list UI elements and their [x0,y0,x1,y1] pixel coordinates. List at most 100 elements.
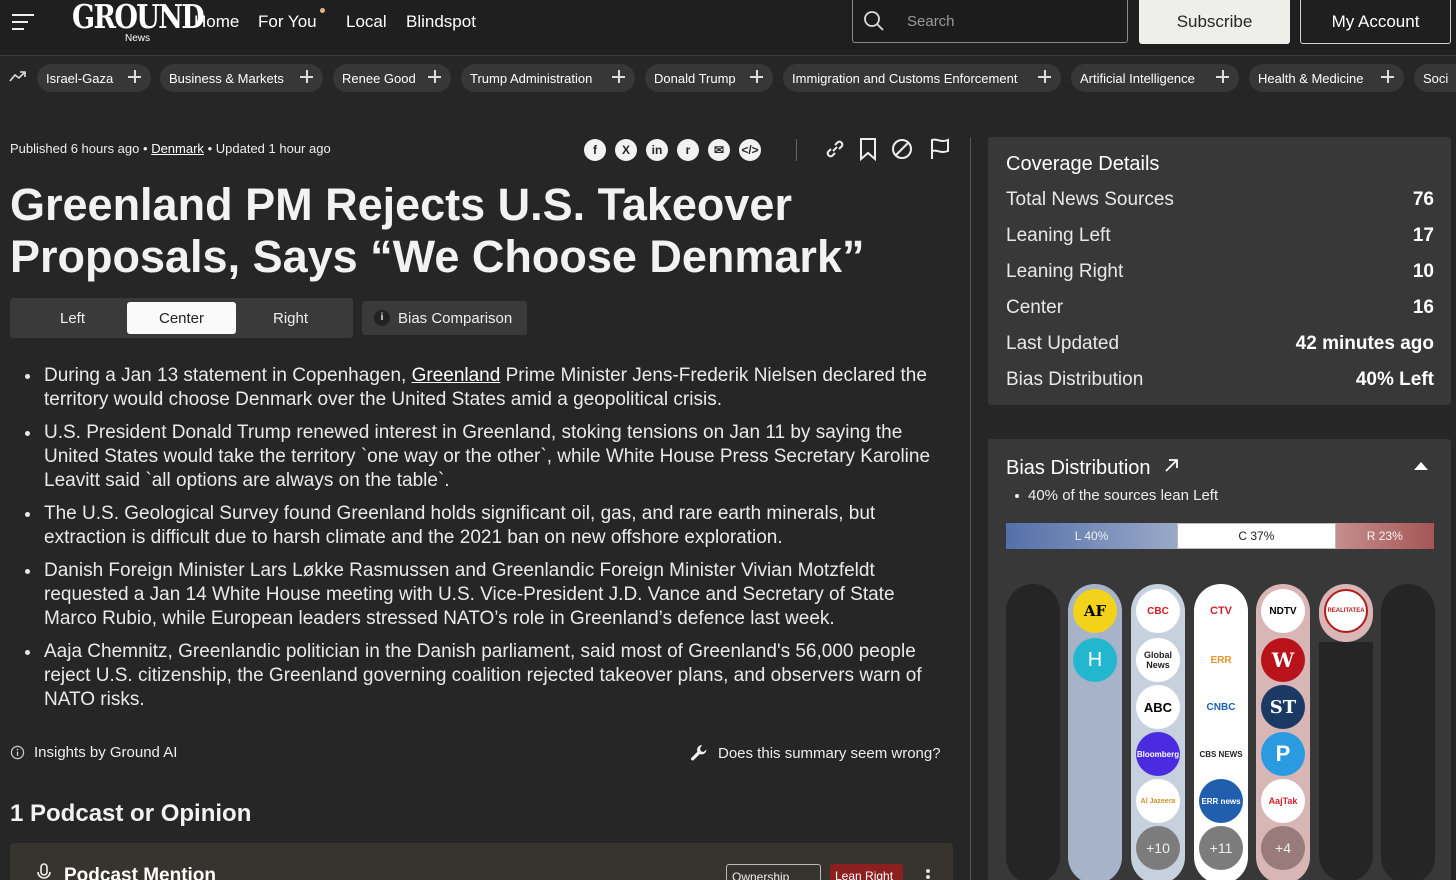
source-logo[interactable]: CBS NEWS [1199,732,1243,776]
source-logo[interactable]: W [1261,638,1305,682]
bias-segment-right: R 23% [1335,523,1434,549]
plus-icon[interactable] [1038,70,1051,83]
bias-distribution-panel: Bias Distribution 40% of the sources lea… [988,439,1451,880]
ground-news-logo[interactable]: GROUND News [72,0,205,46]
ownership-tag[interactable]: Ownership [726,864,821,880]
topic-chip[interactable]: Renee Good [333,64,451,92]
plus-icon[interactable] [612,70,625,83]
source-logo[interactable]: Al Jazeera [1136,779,1180,823]
notification-dot [320,8,325,13]
plus-icon[interactable] [1381,70,1394,83]
topic-chip[interactable]: Donald Trump [645,64,773,92]
source-logo[interactable]: Bloomberg [1136,732,1180,776]
coverage-details-panel: Coverage Details Total News Sources 76 Le… [988,137,1451,405]
tab-left[interactable]: Left [18,302,127,334]
more-options-icon[interactable] [926,869,930,880]
location-link[interactable]: Denmark [151,141,204,156]
source-logo[interactable]: CBC [1136,589,1180,633]
search-icon [864,11,884,31]
podcast-section-title: 1 Podcast or Opinion [10,800,252,827]
coverage-row: Total News Sources 76 [1006,189,1434,210]
topic-chip[interactable]: Israel-Gaza [37,64,151,92]
nav-blindspot[interactable]: Blindspot [406,12,476,32]
source-logo[interactable]: REALITATEA [1324,589,1368,633]
coverage-row: Center 16 [1006,297,1434,318]
source-logo[interactable]: CNBC [1199,685,1243,729]
menu-icon[interactable] [12,14,34,30]
topic-chip[interactable]: Soci [1414,64,1456,92]
topic-chip[interactable]: Immigration and Customs Enforcement [783,64,1061,92]
more-sources-button[interactable]: +4 [1261,826,1305,870]
linkedin-icon[interactable]: in [646,139,668,161]
tab-right[interactable]: Right [236,302,345,334]
nav-for-you[interactable]: For You [258,12,317,32]
report-summary-link[interactable]: Does this summary seem wrong? [690,744,941,762]
bias-comparison-button[interactable]: i Bias Comparison [362,301,527,335]
source-logo[interactable]: NDTV [1261,589,1305,633]
plus-icon[interactable] [750,70,763,83]
info-icon: i [374,310,390,326]
source-logo[interactable]: ERR news [1199,779,1243,823]
block-icon[interactable] [890,137,914,161]
summary-list: During a Jan 13 statement in Copenhagen,… [25,364,939,721]
source-logo[interactable]: P [1261,732,1305,776]
coverage-row: Last Updated 42 minutes ago [1006,333,1434,354]
x-icon[interactable]: X [615,139,637,161]
nav-local[interactable]: Local [346,12,387,32]
nav-home[interactable]: Home [194,12,239,32]
more-sources-button[interactable]: +10 [1136,826,1180,870]
topic-chip[interactable]: Trump Administration [461,64,635,92]
source-logo[interactable]: H [1073,638,1117,682]
plus-icon[interactable] [128,70,141,83]
bias-column-lean-left: CBC Global News ABC Bloomberg Al Jazeera… [1131,584,1185,880]
insights-label: Insights by Ground AI [10,744,177,761]
bias-distribution-title[interactable]: Bias Distribution [1006,457,1151,480]
column-divider [970,137,971,880]
trending-icon [9,71,26,82]
my-account-button[interactable]: My Account [1300,0,1451,44]
podcast-title: Podcast Mention [64,865,217,880]
lean-right-tag: Lean Right [830,864,903,880]
facebook-icon[interactable]: f [584,139,606,161]
flag-icon[interactable] [928,137,952,161]
topic-chip[interactable]: Health & Medicine [1249,64,1404,92]
tab-center[interactable]: Center [127,302,236,334]
subscribe-button[interactable]: Subscribe [1139,0,1290,44]
bias-column-far-left [1006,584,1060,880]
email-icon[interactable]: ✉ [708,139,730,161]
greenland-link[interactable]: Greenland [412,365,501,386]
bias-column-right: REALITATEA [1319,584,1373,642]
link-icon[interactable] [823,137,847,161]
coverage-row: Leaning Left 17 [1006,225,1434,246]
summary-bullet: Aaja Chemnitz, Greenlandic politician in… [25,640,939,712]
topic-chip[interactable]: Business & Markets [160,64,323,92]
bias-column-far-right [1381,584,1435,880]
source-logo[interactable]: AF [1073,589,1117,633]
source-logo[interactable]: ST [1261,685,1305,729]
embed-icon[interactable]: </> [739,139,761,161]
article-headline: Greenland PM Rejects U.S. Takeover Propo… [10,179,865,282]
source-logo[interactable]: ABC [1136,685,1180,729]
source-logo[interactable]: Global News [1136,638,1180,682]
external-arrow-icon[interactable] [1164,457,1180,473]
bias-bar: L 40% C 37% R 23% [1006,523,1434,549]
source-logo[interactable]: AajTak [1261,779,1305,823]
source-logo[interactable]: ERR [1199,638,1243,682]
plus-icon[interactable] [300,70,313,83]
summary-bullet: U.S. President Donald Trump renewed inte… [25,421,939,493]
podcast-card[interactable]: Podcast Mention Ownership Lean Right [10,843,953,880]
reddit-icon[interactable]: r [677,139,699,161]
plus-icon[interactable] [428,70,441,83]
bookmark-icon[interactable] [857,137,879,161]
source-logo[interactable]: CTV [1199,589,1243,633]
search-input[interactable] [907,10,1107,32]
topic-chip[interactable]: Artificial Intelligence [1071,64,1239,92]
search-box[interactable] [852,0,1128,43]
divider [796,139,797,161]
microphone-icon [37,863,51,879]
more-sources-button[interactable]: +11 [1199,826,1243,870]
coverage-row: Bias Distribution 40% Left [1006,369,1434,390]
collapse-caret-icon[interactable] [1414,462,1428,470]
bias-column-center: CTV ERR CNBC CBS NEWS ERR news +11 [1194,584,1248,880]
plus-icon[interactable] [1216,70,1229,83]
